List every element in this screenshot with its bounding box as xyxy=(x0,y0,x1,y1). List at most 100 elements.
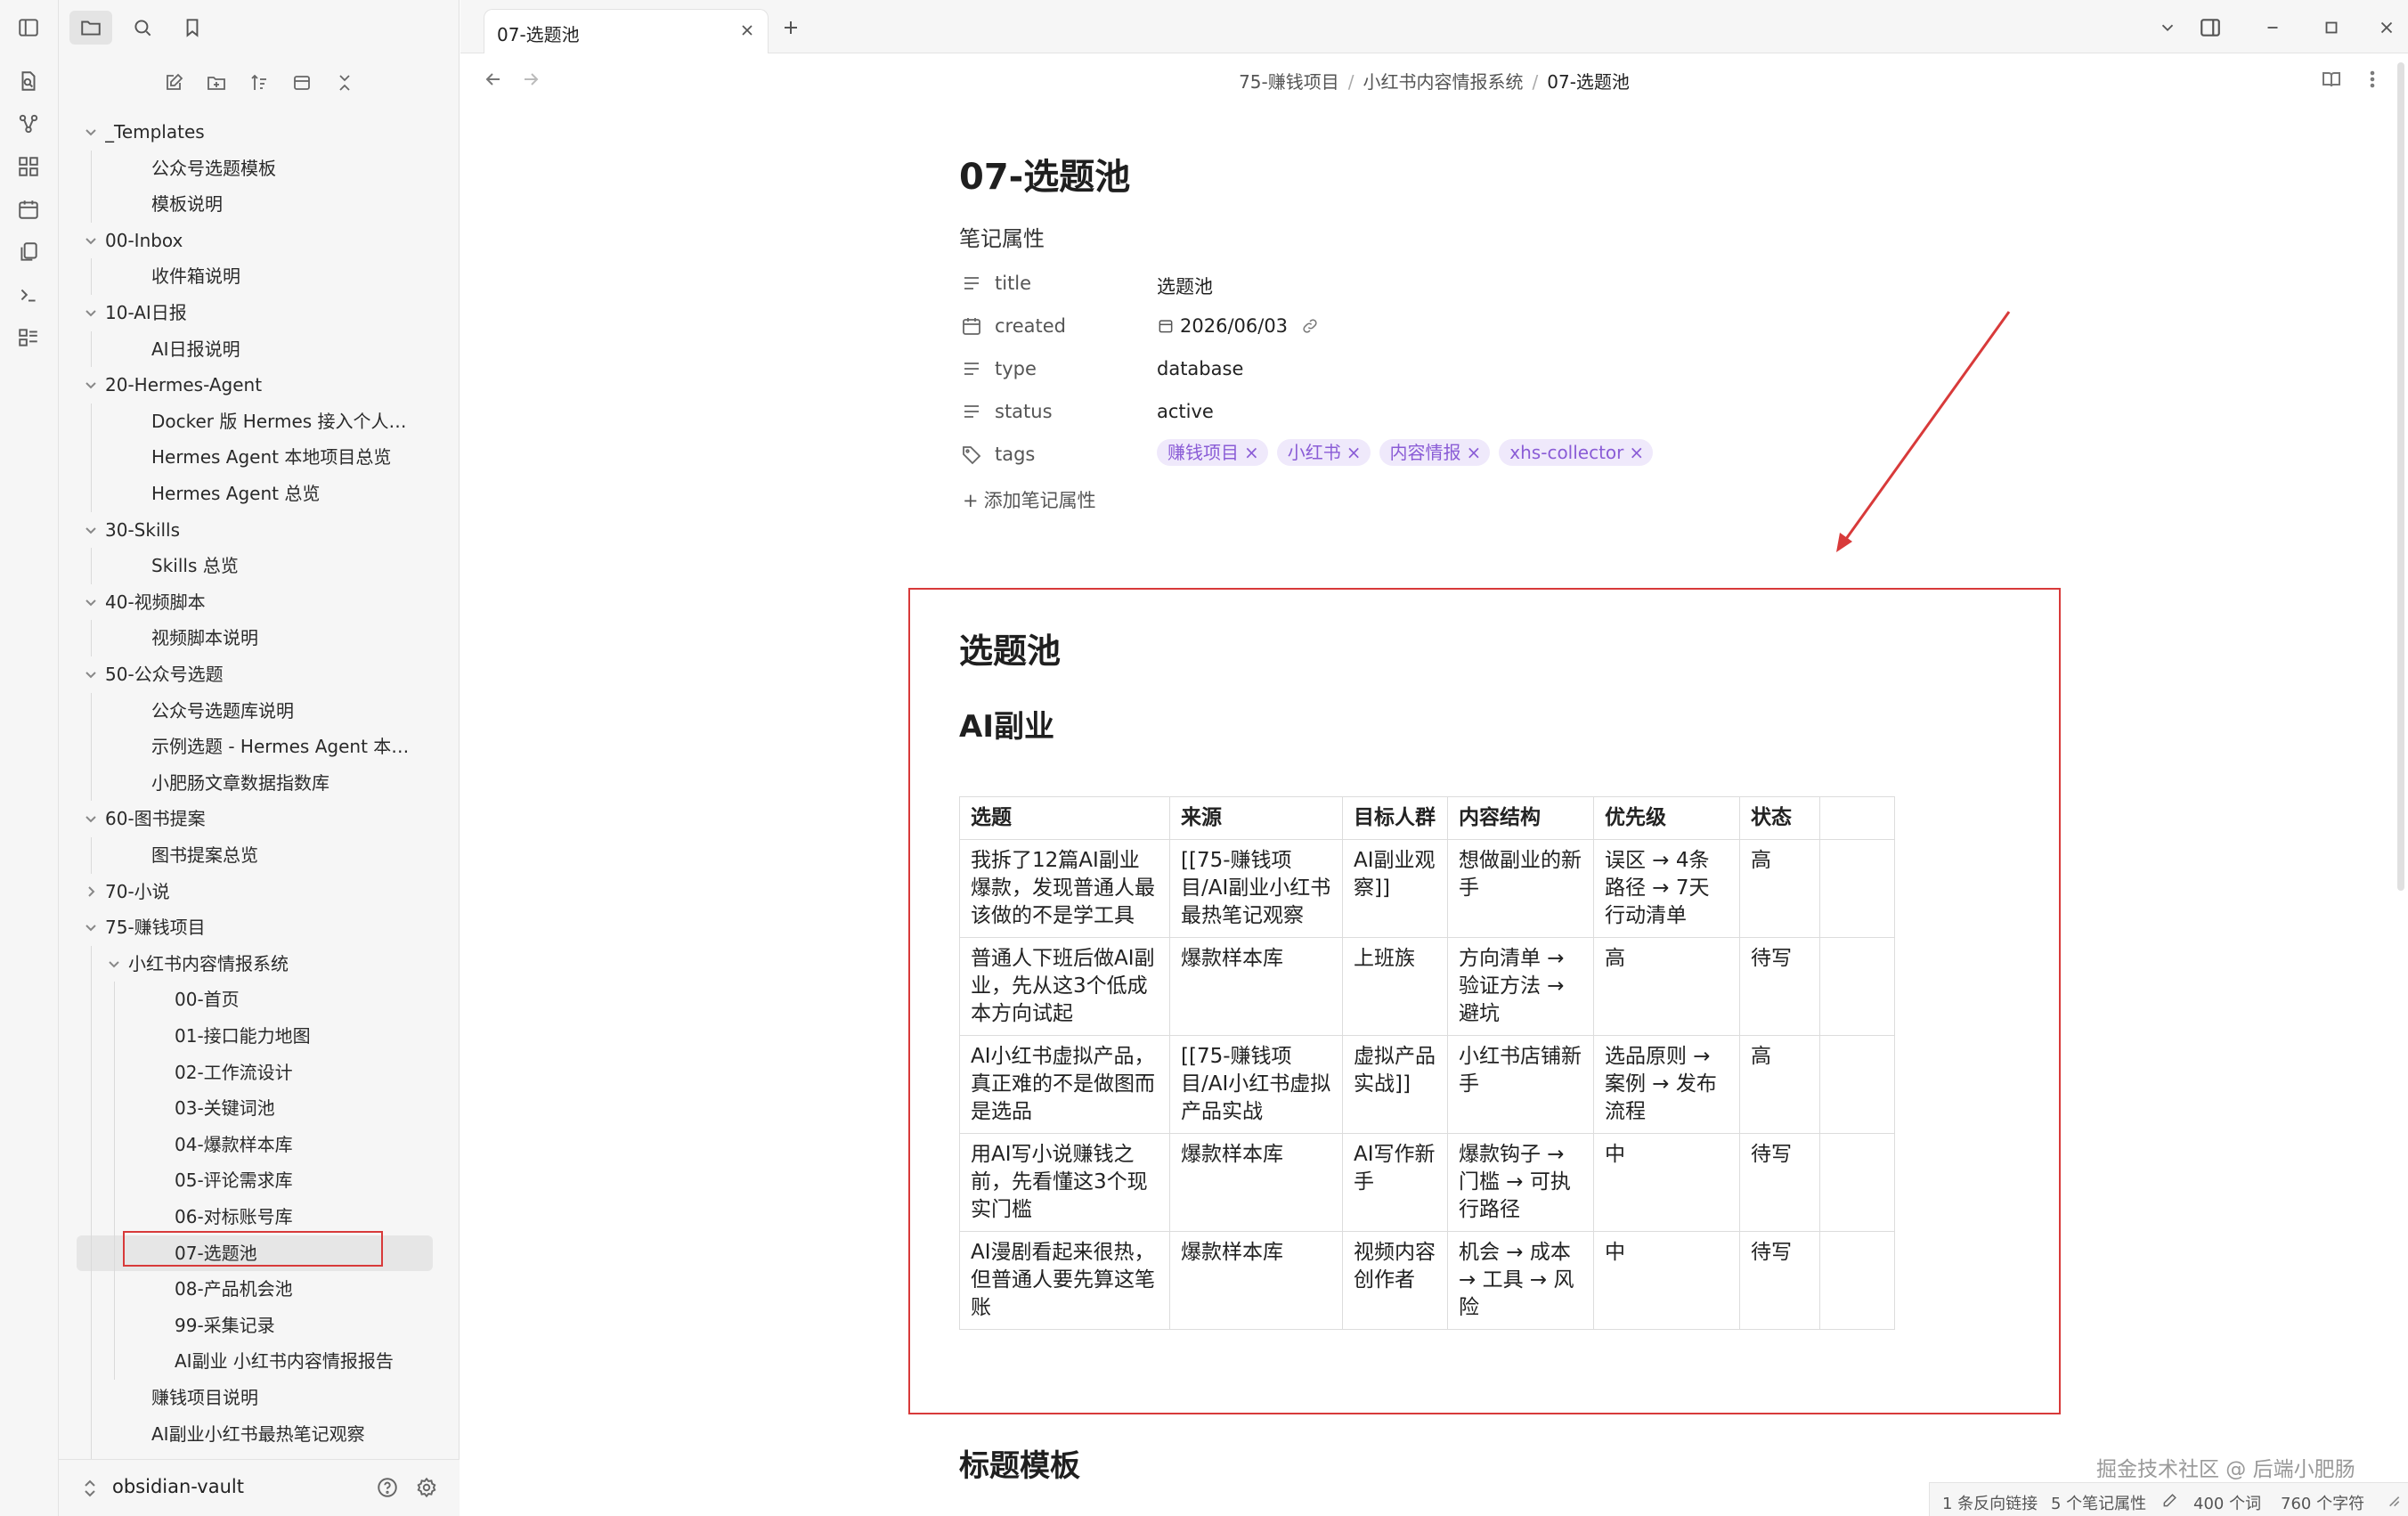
table-cell[interactable]: 中 xyxy=(1593,1133,1740,1232)
table-header-cell[interactable]: 状态 xyxy=(1739,796,1820,840)
canvas-icon[interactable] xyxy=(15,153,42,180)
tree-folder[interactable]: 50-公众号选题 xyxy=(59,656,415,692)
tree-folder[interactable]: 60-图书提案 xyxy=(59,801,415,836)
property-value[interactable]: database xyxy=(1157,358,1243,379)
table-cell[interactable]: 爆款样本库 xyxy=(1169,1133,1343,1232)
tree-file[interactable]: 示例选题 - Hermes Agent 本地部... xyxy=(59,729,415,764)
tree-file[interactable]: 05-评论需求库 xyxy=(59,1162,415,1198)
more-options-icon[interactable] xyxy=(2357,64,2388,94)
table-cell[interactable]: 用AI写小说赚钱之前，先看懂这3个现实门槛 xyxy=(959,1133,1170,1232)
table-cell[interactable]: AI写作新手 xyxy=(1342,1133,1448,1232)
new-note-icon[interactable] xyxy=(159,68,189,98)
table-cell[interactable]: 普通人下班后做AI副业，先从这3个低成本方向试起 xyxy=(959,937,1170,1036)
table-cell[interactable]: 爆款钩子 → 门槛 → 可执行路径 xyxy=(1447,1133,1594,1232)
tree-file[interactable]: 04-爆款样本库 xyxy=(59,1127,415,1162)
tree-file[interactable]: 02-工作流设计 xyxy=(59,1055,415,1090)
tag-remove-icon[interactable]: × xyxy=(1629,442,1644,463)
help-icon[interactable] xyxy=(374,1474,401,1501)
table-cell[interactable]: 待写 xyxy=(1739,1133,1820,1232)
tree-file[interactable]: 99-采集记录 xyxy=(59,1308,415,1343)
property-row-type[interactable]: type database xyxy=(959,349,1761,388)
tree-file[interactable]: 小肥肠文章数据指数库 xyxy=(59,765,415,801)
breadcrumb-current[interactable]: 07-选题池 xyxy=(1547,71,1630,93)
table-cell[interactable] xyxy=(1819,937,1895,1036)
tree-file[interactable]: Docker 版 Hermes 接入个人微信... xyxy=(59,403,415,439)
table-cell[interactable]: 选品原则 → 案例 → 发布流程 xyxy=(1593,1035,1740,1134)
tree-file[interactable]: AI副业 小红书内容情报报告 xyxy=(59,1343,415,1379)
collapse-all-icon[interactable] xyxy=(329,68,360,98)
table-cell[interactable] xyxy=(1819,839,1895,938)
table-cell[interactable]: 方向清单 → 验证方法 → 避坑 xyxy=(1447,937,1594,1036)
tree-file[interactable]: 收件箱说明 xyxy=(59,258,415,294)
bases-icon[interactable] xyxy=(15,324,42,351)
tree-file[interactable]: 公众号选题模板 xyxy=(59,151,415,186)
tab-note[interactable]: 07-选题池 xyxy=(484,9,769,53)
reading-view-book-icon[interactable] xyxy=(2316,64,2347,94)
table-cell[interactable]: AI漫剧看起来很热，但普通人要先算这笔账 xyxy=(959,1231,1170,1330)
tree-folder[interactable]: 40-视频脚本 xyxy=(59,584,415,620)
table-header-cell[interactable]: 优先级 xyxy=(1593,796,1740,840)
tree-file[interactable]: Hermes Agent 总览 xyxy=(59,476,415,511)
table-cell[interactable]: [[75-赚钱项目/AI小红书虚拟产品实战 xyxy=(1169,1035,1343,1134)
auto-reveal-icon[interactable] xyxy=(287,68,317,98)
property-row-created[interactable]: created 2026/06/03 xyxy=(959,306,1761,346)
table-header-cell[interactable]: 内容结构 xyxy=(1447,796,1594,840)
tree-file[interactable]: 视频脚本说明 xyxy=(59,620,415,656)
tree-file[interactable]: Skills 总览 xyxy=(59,548,415,583)
terminal-icon[interactable] xyxy=(15,281,42,308)
property-value-date[interactable]: 2026/06/03 xyxy=(1157,315,1319,339)
heading-2[interactable]: AI副业 xyxy=(959,702,1054,746)
property-row-status[interactable]: status active xyxy=(959,392,1761,431)
right-sidebar-toggle-icon[interactable] xyxy=(2195,12,2225,43)
table-cell[interactable]: 虚拟产品实战]] xyxy=(1342,1035,1448,1134)
link-icon[interactable] xyxy=(1301,317,1319,339)
new-tab-plus-icon[interactable] xyxy=(776,12,806,43)
table-cell[interactable] xyxy=(1819,1231,1895,1330)
tree-file[interactable]: 03-关键词池 xyxy=(59,1090,415,1126)
date-picker-icon[interactable] xyxy=(1157,317,1175,339)
table-cell[interactable]: AI小红书虚拟产品，真正难的不是做图而是选品 xyxy=(959,1035,1170,1134)
tree-folder[interactable]: 75-赚钱项目 xyxy=(59,909,415,945)
table-cell[interactable] xyxy=(1819,1133,1895,1232)
table-cell[interactable]: 待写 xyxy=(1739,1231,1820,1330)
chevron-down-icon[interactable] xyxy=(82,114,100,150)
tree-folder[interactable]: 20-Hermes-Agent xyxy=(59,367,415,403)
tree-file[interactable]: 01-接口能力地图 xyxy=(59,1018,415,1054)
backlinks-count[interactable]: 1 条反向链接 xyxy=(1942,1491,2038,1514)
edit-pencil-icon[interactable] xyxy=(2161,1491,2179,1513)
chevron-down-icon[interactable] xyxy=(82,512,100,548)
bookmarks-tab-icon[interactable] xyxy=(171,11,214,45)
property-row-tags[interactable]: tags 赚钱项目 × 小红书 × 内容情报 × xhs-collector × xyxy=(959,435,1761,474)
chevron-down-icon[interactable] xyxy=(82,656,100,692)
tree-folder[interactable]: 70-小说 xyxy=(59,874,415,909)
note-title[interactable]: 07-选题池 xyxy=(959,148,1130,200)
tab-list-chevron-icon[interactable] xyxy=(2152,12,2183,43)
chevron-down-icon[interactable] xyxy=(82,223,100,258)
chevron-down-icon[interactable] xyxy=(82,295,100,330)
table-cell[interactable]: 想做副业的新手 xyxy=(1447,839,1594,938)
tab-close-icon[interactable] xyxy=(736,19,759,42)
tree-file[interactable]: 公众号选题库说明 xyxy=(59,693,415,729)
table-cell[interactable]: 爆款样本库 xyxy=(1169,1231,1343,1330)
tag-pill[interactable]: xhs-collector × xyxy=(1499,439,1654,466)
breadcrumb-item[interactable]: 小红书内容情报系统 xyxy=(1363,71,1524,93)
properties-heading[interactable]: 笔记属性 xyxy=(959,221,1045,252)
editor-scrollbar[interactable] xyxy=(2397,62,2404,891)
search-tab-icon[interactable] xyxy=(121,11,164,45)
tag-remove-icon[interactable]: × xyxy=(1467,442,1482,463)
tree-file[interactable]: 08-产品机会池 xyxy=(59,1271,415,1307)
tree-file[interactable]: 00-首页 xyxy=(59,982,415,1017)
window-minimize-icon[interactable] xyxy=(2258,12,2288,43)
table-cell[interactable]: 高 xyxy=(1739,839,1820,938)
table-cell[interactable]: 误区 → 4条路径 → 7天行动清单 xyxy=(1593,839,1740,938)
tree-file[interactable]: 模板说明 xyxy=(59,186,415,222)
chevron-down-icon[interactable] xyxy=(82,801,100,836)
sidebar-toggle-icon[interactable] xyxy=(15,14,42,41)
new-folder-icon[interactable] xyxy=(201,68,232,98)
tree-folder[interactable]: _Templates xyxy=(59,114,415,150)
calendar-icon[interactable] xyxy=(15,196,42,223)
property-row-title[interactable]: title 选题池 xyxy=(959,264,1761,303)
table-cell[interactable]: 小红书店铺新手 xyxy=(1447,1035,1594,1134)
table-cell[interactable]: 高 xyxy=(1593,937,1740,1036)
heading-1[interactable]: 选题池 xyxy=(959,624,1061,672)
